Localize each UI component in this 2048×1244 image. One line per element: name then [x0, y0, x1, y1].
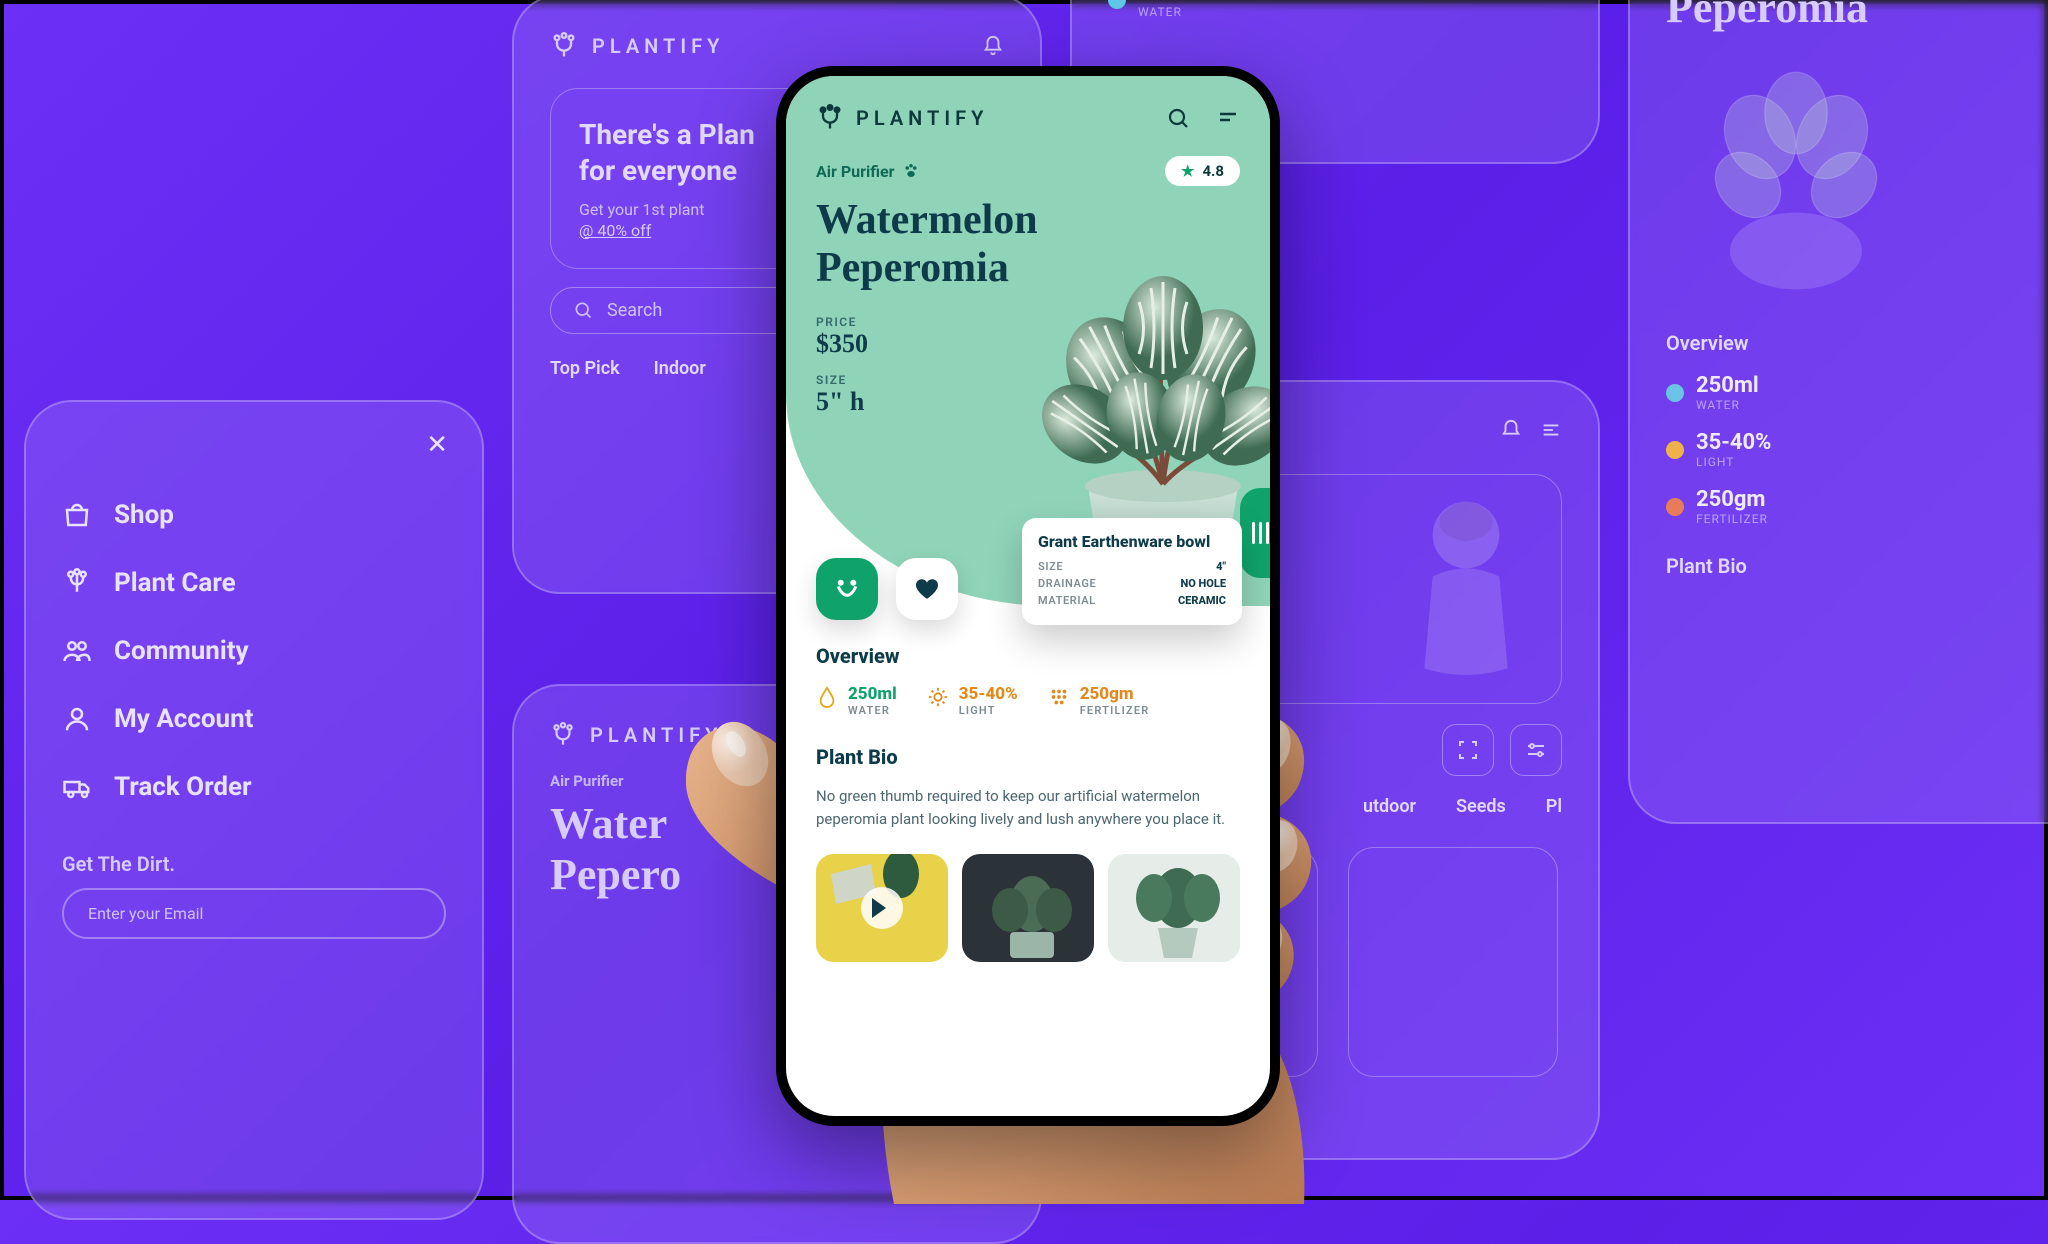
brand: PLANTIFY: [816, 104, 988, 132]
sun-icon: [927, 686, 949, 708]
gallery: [816, 854, 1240, 962]
bg-nav-track: Track Order: [62, 772, 446, 802]
bg-nav-label-3: My Account: [114, 704, 253, 734]
truck-icon: [62, 772, 92, 802]
rating-value: 4.8: [1202, 162, 1224, 180]
overview-title: Overview: [816, 644, 1240, 668]
bg-nav-plantcare: Plant Care: [62, 568, 446, 598]
bg-nav-label-4: Track Order: [114, 772, 252, 802]
person-illustration: [1381, 485, 1551, 685]
scan-icon: [1442, 724, 1494, 776]
bg2-tab-2: Pl: [1546, 796, 1562, 817]
tt-k0: SIZE: [1038, 560, 1063, 573]
people-icon: [62, 636, 92, 666]
search-icon: [573, 300, 593, 320]
ov-fert-val: 250gm: [1080, 684, 1150, 704]
tt-k2: MATERIAL: [1038, 594, 1096, 607]
bg-newsletter-title: Get The Dirt.: [62, 852, 446, 876]
bell-icon: [982, 35, 1004, 57]
bell-icon: [1500, 419, 1522, 441]
bg-email-input: Enter your Email: [62, 888, 446, 939]
gallery-thumb-video[interactable]: [816, 854, 948, 962]
menu-icon: [1540, 419, 1562, 441]
ov-fert-lbl: FERTILIZER: [1080, 704, 1150, 717]
bg-nav-label-1: Plant Care: [114, 568, 236, 598]
fertilizer-icon: [1048, 686, 1070, 708]
bg-nav-label-2: Community: [114, 636, 249, 666]
product-tag: Air Purifier: [816, 162, 920, 181]
water-drop-icon: [816, 686, 838, 708]
favorite-button[interactable]: [896, 558, 958, 620]
bg-screen-detail: Peperomia Overview 250mlWATER 35-40%LIGH…: [1628, 0, 2048, 824]
ov-water-val: 250ml: [848, 684, 897, 704]
overview-fertilizer: 250gmFERTILIZER: [1048, 684, 1150, 717]
cart-smile-icon: [832, 574, 862, 604]
ov-water-lbl: WATER: [848, 704, 897, 717]
search-icon[interactable]: [1166, 106, 1190, 130]
bg2-tab-1: Seeds: [1456, 796, 1506, 817]
close-icon: ✕: [426, 430, 448, 460]
star-icon: ★: [1181, 162, 1194, 180]
tooltip-title: Grant Earthenware bowl: [1038, 532, 1226, 552]
bg-right-stat-0-l: WATER: [1696, 398, 1759, 412]
pot-icon: [1508, 0, 1558, 6]
pot-icon: [1432, 0, 1482, 6]
phone-frame: PLANTIFY Air Purifier ★ 4.8 Watermelon P…: [776, 66, 1280, 1126]
heart-icon: [914, 576, 940, 602]
overview-water: 250mlWATER: [816, 684, 897, 717]
bg-brand: PLANTIFY: [592, 34, 724, 58]
play-icon: [861, 887, 903, 929]
overview-light: 35-40%LIGHT: [927, 684, 1018, 717]
tt-v1: NO HOLE: [1180, 577, 1226, 590]
bg-right-stat-2: 250gm: [1696, 487, 1766, 512]
brand-name: PLANTIFY: [856, 106, 988, 130]
product-tag-label: Air Purifier: [816, 162, 894, 181]
gallery-thumb-2[interactable]: [1108, 854, 1240, 962]
rating-badge[interactable]: ★ 4.8: [1165, 156, 1240, 186]
tt-k1: DRAINAGE: [1038, 577, 1096, 590]
tt-v2: CERAMIC: [1178, 594, 1226, 607]
bg-right-title: Peperomia: [1666, 0, 2048, 33]
bg-right-stat-1-l: LIGHT: [1696, 455, 1771, 469]
bg-plant-illustration: [1666, 53, 1926, 293]
bg-right-bio-title: Plant Bio: [1666, 554, 2048, 578]
bg-right-overview-title: Overview: [1666, 331, 2048, 355]
menu-icon[interactable]: [1216, 106, 1240, 130]
logo-icon: [550, 32, 578, 60]
gallery-thumb-1[interactable]: [962, 854, 1094, 962]
tt-v0: 4": [1216, 560, 1226, 573]
paw-icon: [902, 162, 920, 180]
bg-nav-community: Community: [62, 636, 446, 666]
bg-email-placeholder: Enter your Email: [88, 904, 203, 923]
bg-strip-water-label: WATER: [1138, 5, 1201, 19]
bg-right-stat-2-l: FERTILIZER: [1696, 512, 1768, 526]
plant-icon: [62, 568, 92, 598]
user-icon: [62, 704, 92, 734]
ov-light-lbl: LIGHT: [959, 704, 1018, 717]
bag-icon: [62, 500, 92, 530]
bg-right-stat-1: 35-40%: [1696, 430, 1771, 455]
bg-screen-menu: ✕ Shop Plant Care Community My Account T…: [24, 400, 484, 1220]
bio-title: Plant Bio: [816, 745, 1240, 769]
side-handle[interactable]: [1240, 488, 1280, 578]
bg-tab-0: Top Pick: [550, 358, 620, 379]
bg-right-stat-0: 250ml: [1696, 373, 1759, 398]
filter-icon: [1510, 724, 1562, 776]
ov-light-val: 35-40%: [959, 684, 1018, 704]
logo-icon: [816, 104, 844, 132]
logo-icon: [550, 722, 576, 748]
bg-nav-label-0: Shop: [114, 500, 174, 530]
bg-search-placeholder: Search: [607, 300, 662, 321]
add-to-cart-button[interactable]: [816, 558, 878, 620]
bg-brand: PLANTIFY: [590, 723, 722, 747]
bg-tab-1: Indoor: [654, 358, 706, 379]
bg2-tab-0: utdoor: [1363, 796, 1416, 817]
bg-nav-account: My Account: [62, 704, 446, 734]
pot-tooltip: Grant Earthenware bowl SIZE 4" DRAINAGE NO…: [1022, 518, 1242, 625]
bio-text: No green thumb required to keep our arti…: [816, 785, 1240, 832]
bg-nav-shop: Shop: [62, 500, 446, 530]
